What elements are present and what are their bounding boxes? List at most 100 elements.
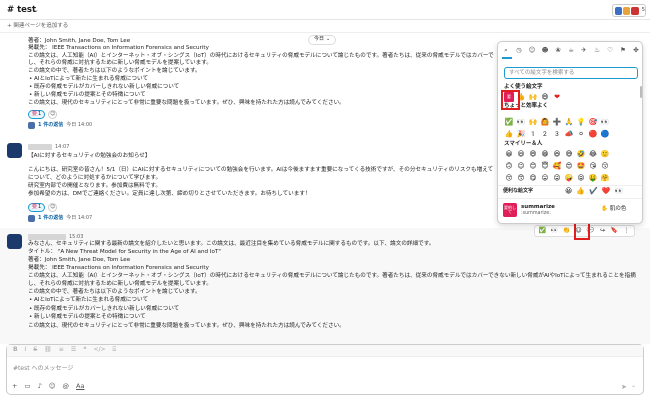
date-divider[interactable]: 今日 ⌄	[308, 35, 337, 45]
smile-emoji[interactable]: 😜	[552, 173, 562, 183]
add-bookmark-button[interactable]: + 関連ページを追加する	[7, 23, 68, 31]
raised-hands-emoji[interactable]: 🙌	[528, 117, 538, 127]
target-emoji[interactable]: 🎯	[588, 117, 598, 127]
pray-emoji[interactable]: 🙏	[564, 117, 574, 127]
clock-icon[interactable]: ◷	[515, 46, 523, 55]
avatar[interactable]	[7, 234, 22, 249]
member-avatars[interactable]: 5	[612, 4, 646, 17]
avatar[interactable]	[7, 143, 22, 158]
smile-emoji[interactable]: 😃	[516, 149, 526, 159]
smile-emoji[interactable]: 🤑	[588, 173, 598, 183]
bold-icon[interactable]: B	[13, 346, 18, 355]
check-emoji[interactable]: ✅	[504, 117, 514, 127]
handy-emoji-list[interactable]: 😀👍✔️❤️👀	[565, 186, 627, 196]
smile-emoji[interactable]: 😉	[516, 161, 526, 171]
smile-emoji[interactable]: 😅	[564, 149, 574, 159]
smile-emoji[interactable]: 😘	[588, 161, 598, 171]
smile-emoji[interactable]: 😝	[576, 173, 586, 183]
food-icon[interactable]: ☕	[567, 46, 575, 55]
chevron-down-icon[interactable]: ⌄	[631, 382, 636, 391]
message-input[interactable]: #test へのメッセージ	[13, 365, 73, 374]
code-icon[interactable]: </>	[93, 346, 105, 355]
reply-count[interactable]: 1 件の返信	[38, 122, 63, 129]
smile-emoji[interactable]: 😋	[528, 173, 538, 183]
smile-emoji[interactable]: 😙	[516, 173, 526, 183]
reaction-pill[interactable]: 要1	[28, 203, 46, 212]
three-emoji[interactable]: 3️	[552, 129, 562, 139]
code-block-icon[interactable]: ⌸	[113, 346, 117, 355]
person-icon[interactable]: ☻	[541, 46, 549, 55]
thread-summary[interactable]: 1 件の返信 今日 14:07	[28, 215, 92, 223]
smile-emoji[interactable]: 🤣	[576, 149, 586, 159]
search-icon[interactable]: ⌕	[502, 46, 510, 55]
smile-emoji[interactable]: 😍	[564, 161, 574, 171]
bullet-list-icon[interactable]: ☰	[71, 346, 76, 355]
one-emoji[interactable]: 1️	[528, 129, 538, 139]
two-emoji[interactable]: 2️	[540, 129, 550, 139]
chevron-down-icon[interactable]: ⌄	[33, 5, 39, 15]
raised-hands-emoji[interactable]: 🙌	[528, 92, 538, 102]
smile-emoji[interactable]: 😊	[528, 161, 538, 171]
nature-icon[interactable]: ❀	[554, 46, 562, 55]
smile-emoji[interactable]: 😚	[504, 173, 514, 183]
strike-icon[interactable]: S	[33, 346, 37, 355]
red-circle-emoji[interactable]: 🔴	[588, 129, 598, 139]
quote-icon[interactable]: ❝	[83, 346, 86, 355]
smile-emoji[interactable]: 😗	[600, 161, 610, 171]
smile-emoji[interactable]: 🤩	[576, 161, 586, 171]
person-emoji[interactable]: 🙆	[540, 117, 550, 127]
mic-icon[interactable]: ♪	[38, 382, 42, 391]
smile-emoji[interactable]: 🥰	[552, 161, 562, 171]
party-emoji[interactable]: 🎉	[516, 129, 526, 139]
smile-emoji[interactable]: 😁	[540, 149, 550, 159]
symbols-icon[interactable]: ♡	[606, 46, 614, 55]
smile-emoji[interactable]: 🤗	[600, 173, 610, 183]
megaphone-emoji[interactable]: 📣	[564, 129, 574, 139]
smiley-icon[interactable]: ☺	[528, 46, 536, 55]
message-time[interactable]: 14:07	[55, 144, 69, 151]
smile-emoji[interactable]: 😄	[540, 92, 550, 102]
smile-emoji[interactable]: 🤪	[564, 173, 574, 183]
emoji-search-input[interactable]: すべての絵文字を検索する	[504, 67, 638, 79]
smile-emoji[interactable]: 😄	[528, 149, 538, 159]
bulb-icon[interactable]: ♨	[593, 46, 601, 55]
plus-icon[interactable]: +	[12, 382, 17, 391]
channel-title[interactable]: # test	[7, 4, 36, 16]
clap-icon[interactable]: 👏	[562, 227, 571, 236]
eyes-icon[interactable]: 👀	[550, 227, 559, 236]
skin-tone-button[interactable]: ✋ 肌の色	[601, 206, 626, 214]
thumbsup-emoji[interactable]: 👍	[504, 129, 514, 139]
travel-icon[interactable]: ✈	[580, 46, 588, 55]
bulb-emoji[interactable]: 💡	[576, 117, 586, 127]
smile-emoji[interactable]: 🙂	[600, 149, 610, 159]
add-reaction-icon[interactable]: ☺	[48, 110, 58, 119]
thread-summary[interactable]: 1 件の返信 今日 14:00	[28, 122, 92, 130]
video-icon[interactable]: ▭	[24, 382, 30, 391]
smile-emoji[interactable]: 😀	[504, 149, 514, 159]
picker-scrollbar[interactable]	[640, 86, 642, 98]
flag-icon[interactable]: ⚑	[619, 46, 627, 55]
emoji-icon[interactable]: ☺	[49, 382, 56, 391]
more-actions-icon[interactable]: ⋮	[622, 227, 631, 236]
smile-emoji[interactable]: 🙃	[504, 161, 514, 171]
checkmark-icon[interactable]: ✅	[538, 227, 547, 236]
eyes-emoji[interactable]: 👀	[516, 117, 526, 127]
heart-emoji[interactable]: ❤	[552, 92, 562, 102]
bookmark-icon[interactable]: 🔖	[610, 227, 619, 236]
format-text-icon[interactable]: Aa	[76, 382, 84, 391]
smile-emoji[interactable]: 😂	[588, 149, 598, 159]
eyes-emoji[interactable]: 👀	[600, 117, 610, 127]
user-name[interactable]	[28, 234, 66, 240]
reply-count[interactable]: 1 件の返信	[38, 215, 63, 222]
italic-icon[interactable]: I	[25, 346, 27, 355]
smile-emoji[interactable]: 😇	[540, 161, 550, 171]
link-icon[interactable]: ⛓	[44, 346, 52, 355]
mention-icon[interactable]: @	[63, 382, 70, 391]
reaction-pill[interactable]: 要1	[28, 110, 46, 119]
user-name[interactable]	[28, 144, 52, 150]
share-icon[interactable]: ↪	[598, 227, 607, 236]
plus-emoji[interactable]: ➕	[552, 117, 562, 127]
smile-emoji[interactable]: 😆	[552, 149, 562, 159]
add-reaction-icon[interactable]: ☺	[48, 203, 58, 212]
ordered-list-icon[interactable]: ≡	[59, 346, 64, 355]
